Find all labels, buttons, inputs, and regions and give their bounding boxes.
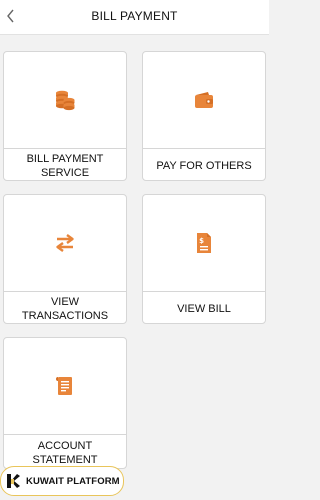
- transfer-arrows-icon: [56, 234, 74, 252]
- coins-stack-icon: [56, 90, 75, 111]
- page-title: BILL PAYMENT: [91, 9, 178, 23]
- bill-document-icon: $: [197, 233, 211, 253]
- chevron-left-icon: [7, 9, 14, 23]
- tile-label: VIEW TRANSACTIONS: [4, 291, 126, 323]
- wallet-icon: [195, 92, 213, 108]
- tile-label: PAY FOR OTHERS: [143, 148, 265, 180]
- pay-for-others-tile[interactable]: PAY FOR OTHERS: [142, 51, 266, 181]
- svg-text:$: $: [199, 237, 204, 245]
- tile-label: BILL PAYMENT SERVICE: [4, 148, 126, 180]
- tile-label: VIEW BILL: [143, 291, 265, 323]
- kuwait-platform-logo-icon: [7, 474, 20, 488]
- bill-payment-service-tile[interactable]: BILL PAYMENT SERVICE: [3, 51, 127, 181]
- back-button[interactable]: [0, 4, 22, 28]
- bill-payment-screen: BILL PAYMENT BILL PAYMENT SERVICE PAY FO…: [0, 0, 269, 500]
- tile-label: ACCOUNT STATEMENT: [4, 434, 126, 468]
- account-statement-tile[interactable]: ACCOUNT STATEMENT: [3, 337, 127, 469]
- kuwait-platform-badge: KUWAIT PLATFORM: [0, 466, 124, 496]
- watermark-text: KUWAIT PLATFORM: [26, 475, 120, 487]
- view-bill-tile[interactable]: $ VIEW BILL: [142, 194, 266, 324]
- receipt-icon: [56, 377, 72, 395]
- app-header: BILL PAYMENT: [0, 0, 269, 35]
- view-transactions-tile[interactable]: VIEW TRANSACTIONS: [3, 194, 127, 324]
